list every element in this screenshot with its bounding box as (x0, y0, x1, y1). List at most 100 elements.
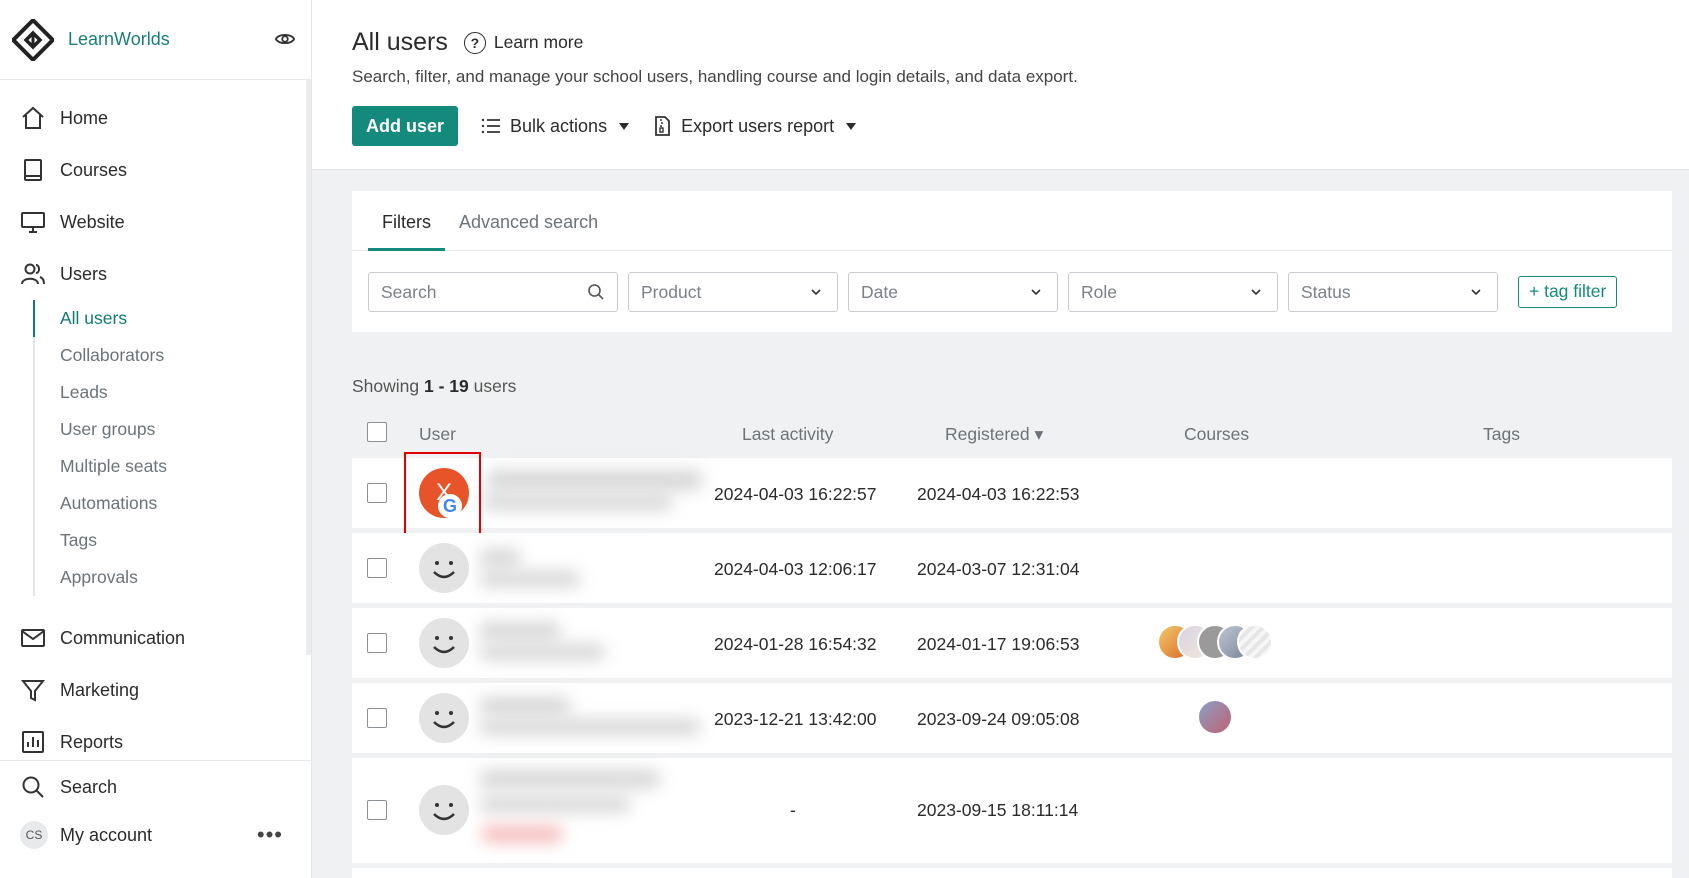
registered-date: 2023-09-15 18:11:14 (917, 800, 1079, 820)
table-row[interactable]: X G 2024-04-03 16:22:57 2024-04-03 16:22… (352, 458, 1672, 528)
nav-label: Users (60, 263, 108, 284)
nav-label: Courses (60, 159, 128, 180)
search-icon (22, 776, 44, 798)
course-thumbnail[interactable] (1237, 624, 1273, 660)
user-name-redacted (480, 697, 570, 715)
showing-suffix: users (468, 376, 517, 396)
user-email-redacted (480, 719, 700, 735)
registered-date: 2024-01-17 19:06:53 (917, 634, 1080, 654)
user-email-redacted (480, 796, 630, 812)
learnworlds-logo-icon[interactable] (12, 18, 54, 61)
active-indicator (33, 300, 35, 337)
more-options-icon[interactable]: ••• (257, 822, 283, 848)
tag-filter-button[interactable]: + tag filter (1518, 276, 1618, 308)
course-thumbnail[interactable] (1197, 699, 1233, 735)
nav-communication[interactable]: Communication (0, 612, 311, 664)
subnav-tags[interactable]: Tags (60, 522, 311, 559)
page-title: All users (352, 28, 448, 56)
table-row[interactable]: - 2023-09-15 18:11:14 (352, 758, 1672, 863)
table-row[interactable]: 2023-12-21 13:42:00 2023-09-24 09:05:08 (352, 683, 1672, 753)
tab-filters[interactable]: Filters (368, 191, 445, 251)
nav-courses[interactable]: Courses (0, 144, 311, 196)
column-courses[interactable]: Courses (1184, 424, 1249, 445)
smiley-avatar-icon (419, 785, 469, 835)
select-all-checkbox[interactable] (367, 422, 387, 442)
last-activity: 2024-04-03 16:22:57 (714, 484, 877, 504)
nav-label: Home (60, 107, 109, 128)
subnav-user-groups[interactable]: User groups (60, 411, 311, 448)
subnav-automations[interactable]: Automations (60, 485, 311, 522)
sidebar-scrollbar[interactable] (306, 80, 311, 655)
table-row[interactable]: 2024-01-28 16:54:32 2024-01-17 19:06:53 (352, 608, 1672, 678)
chart-icon (22, 731, 44, 753)
last-activity: 2023-12-21 13:42:00 (714, 709, 877, 729)
user-email-redacted (482, 494, 672, 510)
tab-advanced-search[interactable]: Advanced search (445, 191, 612, 250)
eye-icon[interactable] (274, 28, 296, 50)
status-label: Status (1301, 281, 1351, 302)
subnav-collaborators[interactable]: Collaborators (60, 337, 311, 374)
row-checkbox[interactable] (367, 633, 387, 653)
row-checkbox[interactable] (367, 483, 387, 503)
nav-label: Search (60, 776, 118, 797)
subnav-all-users[interactable]: All users (60, 300, 311, 337)
nav-search[interactable]: Search (0, 763, 311, 811)
funnel-icon (20, 680, 46, 702)
column-registered[interactable]: Registered ▾ (945, 424, 1043, 445)
page-subtitle: Search, filter, and manage your school u… (352, 67, 1078, 86)
status-select[interactable]: Status (1288, 272, 1498, 312)
showing-range: 1 - 19 (424, 376, 469, 396)
user-name-redacted (480, 549, 520, 567)
chevron-down-icon (1251, 289, 1261, 296)
nav-label: Reports (60, 731, 124, 752)
brand: LearnWorlds (0, 0, 311, 80)
role-select[interactable]: Role (1068, 272, 1278, 312)
account-avatar: CS (20, 821, 48, 849)
user-tag-redacted (482, 826, 562, 842)
column-tags[interactable]: Tags (1483, 424, 1520, 445)
learn-more-label: Learn more (493, 32, 584, 52)
filters-panel: Filters Advanced search Search Product D… (352, 191, 1672, 332)
search-input[interactable]: Search (368, 272, 618, 312)
subnav-leads[interactable]: Leads (60, 374, 311, 411)
nav-marketing[interactable]: Marketing (0, 664, 311, 716)
add-user-button[interactable]: Add user (352, 106, 459, 146)
role-label: Role (1081, 281, 1117, 302)
home-icon (22, 106, 44, 129)
users-icon (21, 263, 45, 285)
table-header: User Last activity Registered ▾ Courses … (352, 418, 1672, 454)
nav-website[interactable]: Website (0, 196, 311, 248)
nav-users[interactable]: Users (0, 248, 311, 300)
subnav-multiple-seats[interactable]: Multiple seats (60, 448, 311, 485)
table-row[interactable]: 2024-04-03 12:06:17 2024-03-07 12:31:04 (352, 533, 1672, 603)
chevron-down-icon (1031, 289, 1041, 296)
date-select[interactable]: Date (848, 272, 1058, 312)
nav-home[interactable]: Home (0, 92, 311, 144)
chevron-down-icon (1471, 289, 1481, 296)
main-nav: Home Courses Website Users All users Col… (0, 80, 311, 768)
registered-date: 2024-03-07 12:31:04 (917, 559, 1080, 579)
last-activity: 2024-04-03 12:06:17 (714, 559, 877, 579)
subnav-approvals[interactable]: Approvals (60, 559, 311, 596)
nav-label: Website (60, 211, 125, 232)
table-row[interactable] (352, 868, 1672, 878)
nav-my-account[interactable]: CS My account ••• (0, 811, 311, 859)
row-checkbox[interactable] (367, 558, 387, 578)
nav-label: My account (60, 824, 153, 845)
user-email-redacted (480, 571, 580, 587)
nav-label: Marketing (60, 679, 140, 700)
row-checkbox[interactable] (367, 800, 387, 820)
zip-file-icon (655, 116, 670, 136)
bulk-actions-button[interactable]: Bulk actions (480, 115, 630, 137)
search-icon (588, 284, 604, 300)
column-last-activity[interactable]: Last activity (742, 424, 833, 445)
brand-name[interactable]: LearnWorlds (68, 29, 170, 50)
row-checkbox[interactable] (367, 708, 387, 728)
learn-more-link[interactable]: ? Learn more (463, 31, 584, 54)
caret-down-icon (619, 122, 630, 130)
nav-label: Communication (60, 627, 186, 648)
mail-icon (21, 629, 45, 647)
product-select[interactable]: Product (628, 272, 838, 312)
column-user[interactable]: User (419, 424, 456, 445)
export-users-report-button[interactable]: Export users report (651, 115, 857, 137)
